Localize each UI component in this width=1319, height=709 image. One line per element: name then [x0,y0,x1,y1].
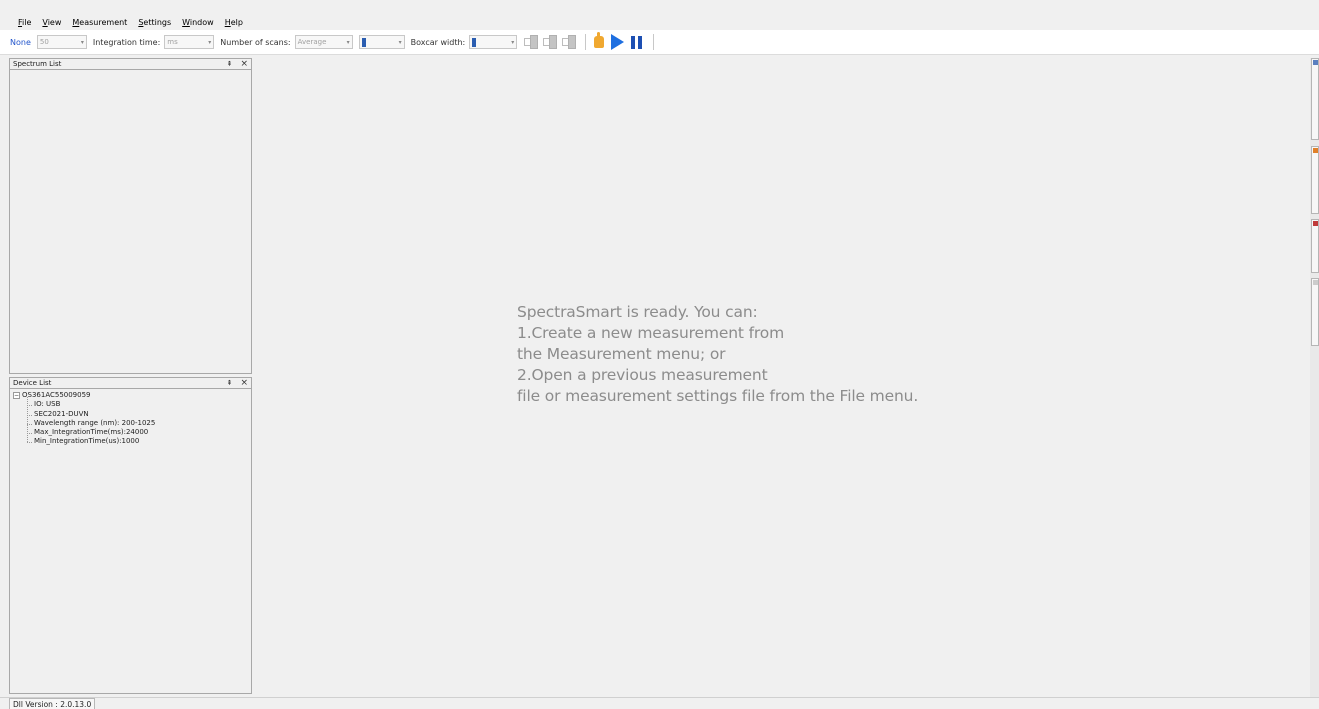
tile-vertical-button[interactable] [542,34,557,50]
welcome-line: file or measurement settings file from t… [517,387,919,405]
pin-icon[interactable]: ⇞ [227,379,233,387]
menu-view[interactable]: View [42,18,61,27]
integration-unit-combo[interactable]: ms ▾ [164,35,215,49]
integration-unit-text: ms [167,38,178,46]
play-button[interactable] [610,34,625,50]
welcome-message: SpectraSmart is ready. You can: 1.Create… [517,302,918,407]
dock-tab-icon [1312,280,1318,285]
tree-item-min-integration[interactable]: Min_IntegrationTime(us):1000 [27,437,251,446]
pause-button[interactable] [629,34,644,50]
device-list-title: Device List [13,379,52,387]
right-dock-strip [1310,58,1319,698]
menu-file[interactable]: File [18,18,31,27]
dock-tab-1[interactable] [1311,58,1319,140]
tile-horizontal-icon [523,35,538,49]
device-list-panel: Device List ⇞ × − OS361AC55009059 IO: US… [9,377,252,694]
dock-tab-3[interactable] [1311,219,1319,273]
hand-button[interactable] [591,32,606,50]
dll-version: Dll Version : 2.0.13.0 [9,698,96,709]
device-value-combo[interactable]: 50 ▾ [36,35,87,49]
boxcar-width-label: Boxcar width: [410,37,466,47]
value-indicator [361,37,366,47]
cascade-button[interactable] [561,34,576,50]
dock-tab-icon [1312,221,1318,226]
boxcar-width-combo[interactable]: ▾ [469,35,518,49]
menu-window[interactable]: Window [182,18,214,27]
tile-vertical-icon [542,35,557,49]
chevron-down-icon: ▾ [208,38,212,46]
scans-mode-combo[interactable]: Average ▾ [294,35,353,49]
welcome-line: SpectraSmart is ready. You can: [517,303,758,321]
menu-bar: File View Measurement Settings Window He… [0,14,1319,30]
tree-item-max-integration[interactable]: Max_IntegrationTime(ms):24000 [27,428,251,437]
pause-icon [631,35,643,49]
scans-mode-text: Average [297,38,327,46]
tree-item-model[interactable]: SEC2021-DUVN [27,410,251,419]
device-tree: − OS361AC55009059 IO: USB SEC2021-DUVN W… [10,389,251,447]
device-serial: OS361AC55009059 [22,391,91,399]
value-indicator [472,37,477,47]
device-tree-children: IO: USB SEC2021-DUVN Wavelength range (n… [27,397,251,446]
menu-settings[interactable]: Settings [138,18,171,27]
welcome-line: 2.Open a previous measurement [517,366,768,384]
menu-help[interactable]: Help [225,18,243,27]
chevron-down-icon: ▾ [511,38,515,46]
hand-icon [593,32,604,48]
welcome-line: 1.Create a new measurement from [517,324,785,342]
close-icon[interactable]: × [240,378,248,388]
device-value-text: 50 [39,38,49,46]
chevron-down-icon: ▾ [346,38,350,46]
toolbar-separator [653,34,655,50]
dock-tab-icon [1312,60,1318,65]
toolbar-separator [585,34,587,50]
menu-measurement[interactable]: Measurement [72,18,127,27]
collapse-icon[interactable]: − [13,392,20,400]
welcome-line: the Measurement menu; or [517,345,726,363]
status-bar: Dll Version : 2.0.13.0 [0,697,1319,709]
chevron-down-icon: ▾ [398,38,402,46]
device-selector-label[interactable]: None [10,38,31,47]
spectrum-list-title: Spectrum List [13,60,62,68]
toolbar: None 50 ▾ Integration time: ms ▾ Number … [0,30,1319,55]
cascade-icon [561,35,576,49]
integration-time-label: Integration time: [92,37,161,47]
tile-horizontal-button[interactable] [523,34,538,50]
close-icon[interactable]: × [240,59,248,69]
dock-tab-4[interactable] [1311,278,1319,346]
scans-count-combo[interactable]: ▾ [358,35,405,49]
dock-tab-icon [1312,148,1318,153]
spectrum-list-panel: Spectrum List ⇞ × [9,58,252,374]
play-icon [611,34,625,50]
chevron-down-icon: ▾ [80,38,84,46]
tree-item-io[interactable]: IO: USB [27,400,251,409]
number-of-scans-label: Number of scans: [220,37,291,47]
dock-tab-2[interactable] [1311,146,1319,214]
tree-item-wavelength[interactable]: Wavelength range (nm): 200-1025 [27,419,251,428]
device-list-header: Device List ⇞ × [10,378,251,389]
spectrum-list-header: Spectrum List ⇞ × [10,59,251,70]
device-tree-root[interactable]: − OS361AC55009059 [13,391,251,400]
pin-icon[interactable]: ⇞ [227,60,233,68]
